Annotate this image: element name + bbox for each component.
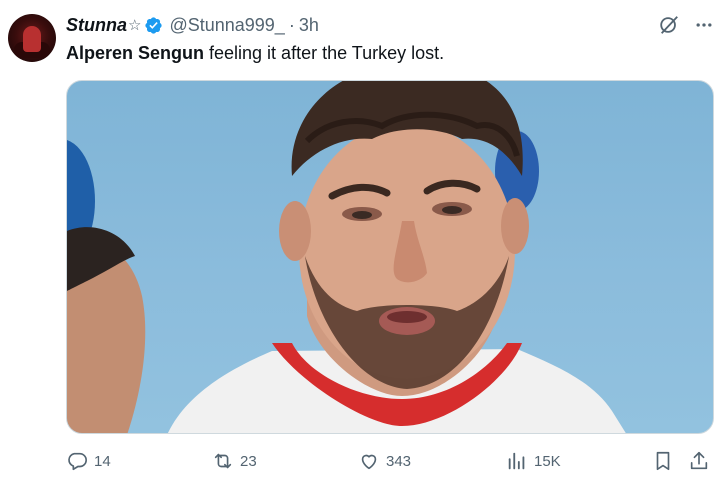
retweet-button[interactable]: 23 [212, 450, 257, 472]
more-icon[interactable] [694, 15, 714, 35]
views-icon [506, 450, 528, 472]
bookmark-icon [652, 450, 674, 472]
bookmark-button[interactable] [652, 450, 674, 472]
avatar[interactable] [8, 14, 56, 62]
tweet-text: Alperen Sengun feeling it after the Turk… [66, 43, 444, 64]
views-count: 15K [534, 452, 561, 470]
like-button[interactable]: 343 [358, 450, 411, 472]
user-handle[interactable]: @Stunna999_ [169, 15, 284, 36]
separator-dot: · [288, 14, 295, 35]
display-name[interactable]: Stunna [66, 15, 127, 36]
retweet-count: 23 [240, 452, 257, 470]
like-icon [358, 450, 380, 472]
timestamp[interactable]: 3h [299, 15, 319, 36]
tweet-header: Stunna ☆ @Stunna999_ · 3h [66, 14, 319, 36]
tweet-image[interactable] [66, 80, 714, 434]
tweet-actions: 14 23 343 15K [66, 448, 714, 476]
reply-button[interactable]: 14 [66, 450, 111, 472]
share-button[interactable] [688, 450, 710, 472]
tweet-text-bold: Alperen Sengun [66, 43, 205, 63]
like-count: 343 [386, 452, 412, 470]
reply-count: 14 [94, 452, 111, 470]
tweet-image-illustration [67, 81, 626, 433]
reply-icon [66, 450, 88, 472]
name-symbol: ☆ [128, 17, 142, 34]
tweet-text-rest: feeling it after the Turkey lost. [204, 43, 445, 63]
views-button[interactable]: 15K [506, 450, 561, 472]
retweet-icon [212, 450, 234, 472]
top-actions [658, 14, 714, 36]
share-icon [688, 450, 710, 472]
verified-badge-icon[interactable] [144, 16, 163, 35]
grok-icon[interactable] [658, 14, 680, 36]
